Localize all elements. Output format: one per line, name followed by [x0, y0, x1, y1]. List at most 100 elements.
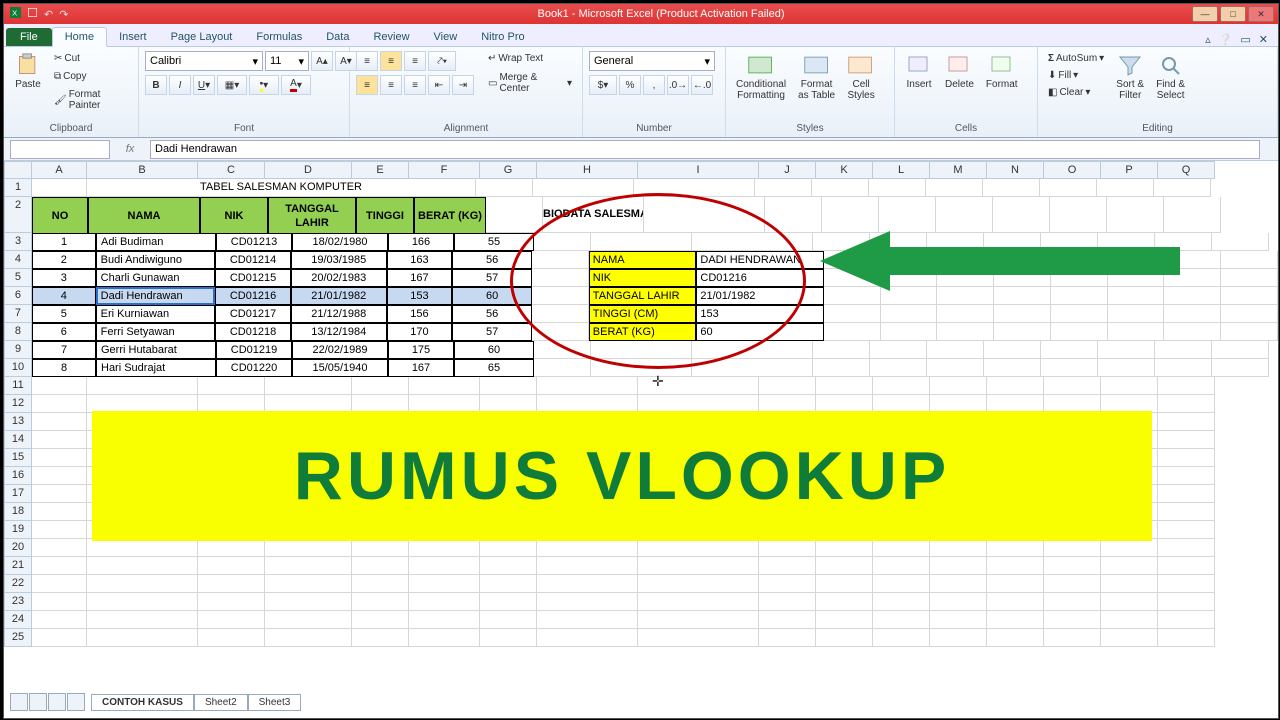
number-format-select[interactable]: General▾ — [589, 51, 715, 71]
cell[interactable] — [692, 359, 813, 377]
cell[interactable] — [32, 377, 87, 395]
tab-data[interactable]: Data — [314, 28, 361, 46]
format-painter-button[interactable]: 🖌Format Painter — [50, 87, 132, 113]
cell[interactable] — [537, 377, 638, 395]
cell[interactable]: 170 — [387, 323, 453, 341]
row-header[interactable]: 16 — [4, 467, 32, 485]
cell[interactable] — [1044, 611, 1101, 629]
cell[interactable] — [634, 179, 755, 197]
cell[interactable] — [1158, 611, 1215, 629]
cell[interactable] — [1212, 359, 1269, 377]
cell[interactable]: Hari Sudrajat — [96, 359, 216, 377]
cell[interactable] — [1221, 323, 1278, 341]
align-middle-button[interactable]: ≡ — [380, 51, 402, 71]
cell[interactable] — [32, 467, 87, 485]
cell[interactable]: BERAT (KG) — [414, 197, 486, 234]
align-bottom-button[interactable]: ≡ — [404, 51, 426, 71]
col-header[interactable]: B — [87, 161, 198, 179]
sheet-nav-last[interactable] — [67, 693, 85, 711]
row-header[interactable]: 14 — [4, 431, 32, 449]
cell[interactable]: NAMA — [589, 251, 697, 269]
cell[interactable] — [1158, 575, 1215, 593]
cell[interactable] — [486, 197, 543, 233]
bold-button[interactable]: B — [145, 75, 167, 95]
cell[interactable] — [759, 575, 816, 593]
save-icon[interactable] — [27, 7, 38, 21]
cell[interactable]: 21/01/1982 — [291, 287, 387, 305]
comma-button[interactable]: , — [643, 75, 665, 95]
italic-button[interactable]: I — [169, 75, 191, 95]
col-header[interactable]: E — [352, 161, 409, 179]
cell[interactable] — [927, 341, 984, 359]
cell[interactable] — [87, 575, 198, 593]
increase-indent-button[interactable]: ⇥ — [452, 75, 474, 95]
cell[interactable] — [759, 611, 816, 629]
cell[interactable]: TINGGI — [356, 197, 414, 234]
cell[interactable]: BIODATA SALESMAN — [543, 197, 644, 233]
cell[interactable] — [32, 593, 87, 611]
cell[interactable] — [265, 629, 352, 647]
cell[interactable] — [1158, 377, 1215, 395]
cell[interactable]: CD01220 — [216, 359, 292, 377]
cell[interactable] — [930, 557, 987, 575]
cell[interactable] — [1041, 359, 1098, 377]
cell[interactable] — [534, 359, 591, 377]
cell[interactable] — [1155, 341, 1212, 359]
cell[interactable] — [937, 323, 994, 341]
fill-button[interactable]: ⬇Fill▾ — [1044, 68, 1082, 83]
cell[interactable]: 5 — [32, 305, 96, 323]
cell[interactable] — [409, 611, 480, 629]
cell[interactable]: 56 — [452, 305, 532, 323]
cell[interactable]: 15/05/1940 — [292, 359, 388, 377]
cell[interactable]: NAMA — [88, 197, 200, 234]
cell[interactable] — [1158, 521, 1215, 539]
row-header[interactable]: 4 — [4, 251, 32, 269]
cell[interactable] — [759, 629, 816, 647]
cell[interactable] — [87, 557, 198, 575]
cell[interactable] — [994, 323, 1051, 341]
cell[interactable] — [930, 611, 987, 629]
underline-button[interactable]: U▾ — [193, 75, 215, 95]
cell[interactable] — [930, 539, 987, 557]
cell[interactable] — [265, 539, 352, 557]
cell[interactable] — [927, 359, 984, 377]
cell[interactable] — [638, 575, 759, 593]
cell[interactable] — [32, 431, 87, 449]
row-header[interactable]: 10 — [4, 359, 32, 377]
cell[interactable] — [993, 197, 1050, 233]
cell[interactable] — [1158, 449, 1215, 467]
cell[interactable] — [1158, 557, 1215, 575]
cell[interactable]: TANGGAL LAHIR — [589, 287, 697, 305]
cell[interactable] — [1101, 377, 1158, 395]
row-header[interactable]: 21 — [4, 557, 32, 575]
cell[interactable] — [930, 593, 987, 611]
cell[interactable]: 57 — [452, 269, 532, 287]
cell[interactable]: Budi Andiwiguno — [96, 251, 216, 269]
col-header[interactable]: P — [1101, 161, 1158, 179]
format-cells-button[interactable]: Format — [982, 51, 1022, 92]
cell[interactable] — [930, 377, 987, 395]
cell[interactable] — [1212, 341, 1269, 359]
cell[interactable] — [198, 557, 265, 575]
cell[interactable] — [537, 611, 638, 629]
decrease-indent-button[interactable]: ⇤ — [428, 75, 450, 95]
redo-icon[interactable]: ↷ — [59, 8, 68, 21]
cell[interactable] — [930, 575, 987, 593]
cell[interactable]: NO — [32, 197, 88, 234]
cell[interactable] — [1164, 197, 1221, 233]
cell[interactable] — [813, 359, 870, 377]
cell[interactable] — [1101, 611, 1158, 629]
cell[interactable] — [1040, 179, 1097, 197]
row-header[interactable]: 20 — [4, 539, 32, 557]
cell[interactable] — [265, 611, 352, 629]
cell[interactable]: 56 — [452, 251, 532, 269]
cell[interactable] — [87, 593, 198, 611]
cell[interactable] — [198, 593, 265, 611]
cell[interactable] — [816, 557, 873, 575]
cell[interactable] — [873, 629, 930, 647]
sheet-tab[interactable]: Sheet2 — [194, 694, 248, 711]
sheet-nav-prev[interactable] — [29, 693, 47, 711]
row-header[interactable]: 25 — [4, 629, 32, 647]
align-left-button[interactable]: ≡ — [356, 75, 378, 95]
cell[interactable] — [994, 305, 1051, 323]
